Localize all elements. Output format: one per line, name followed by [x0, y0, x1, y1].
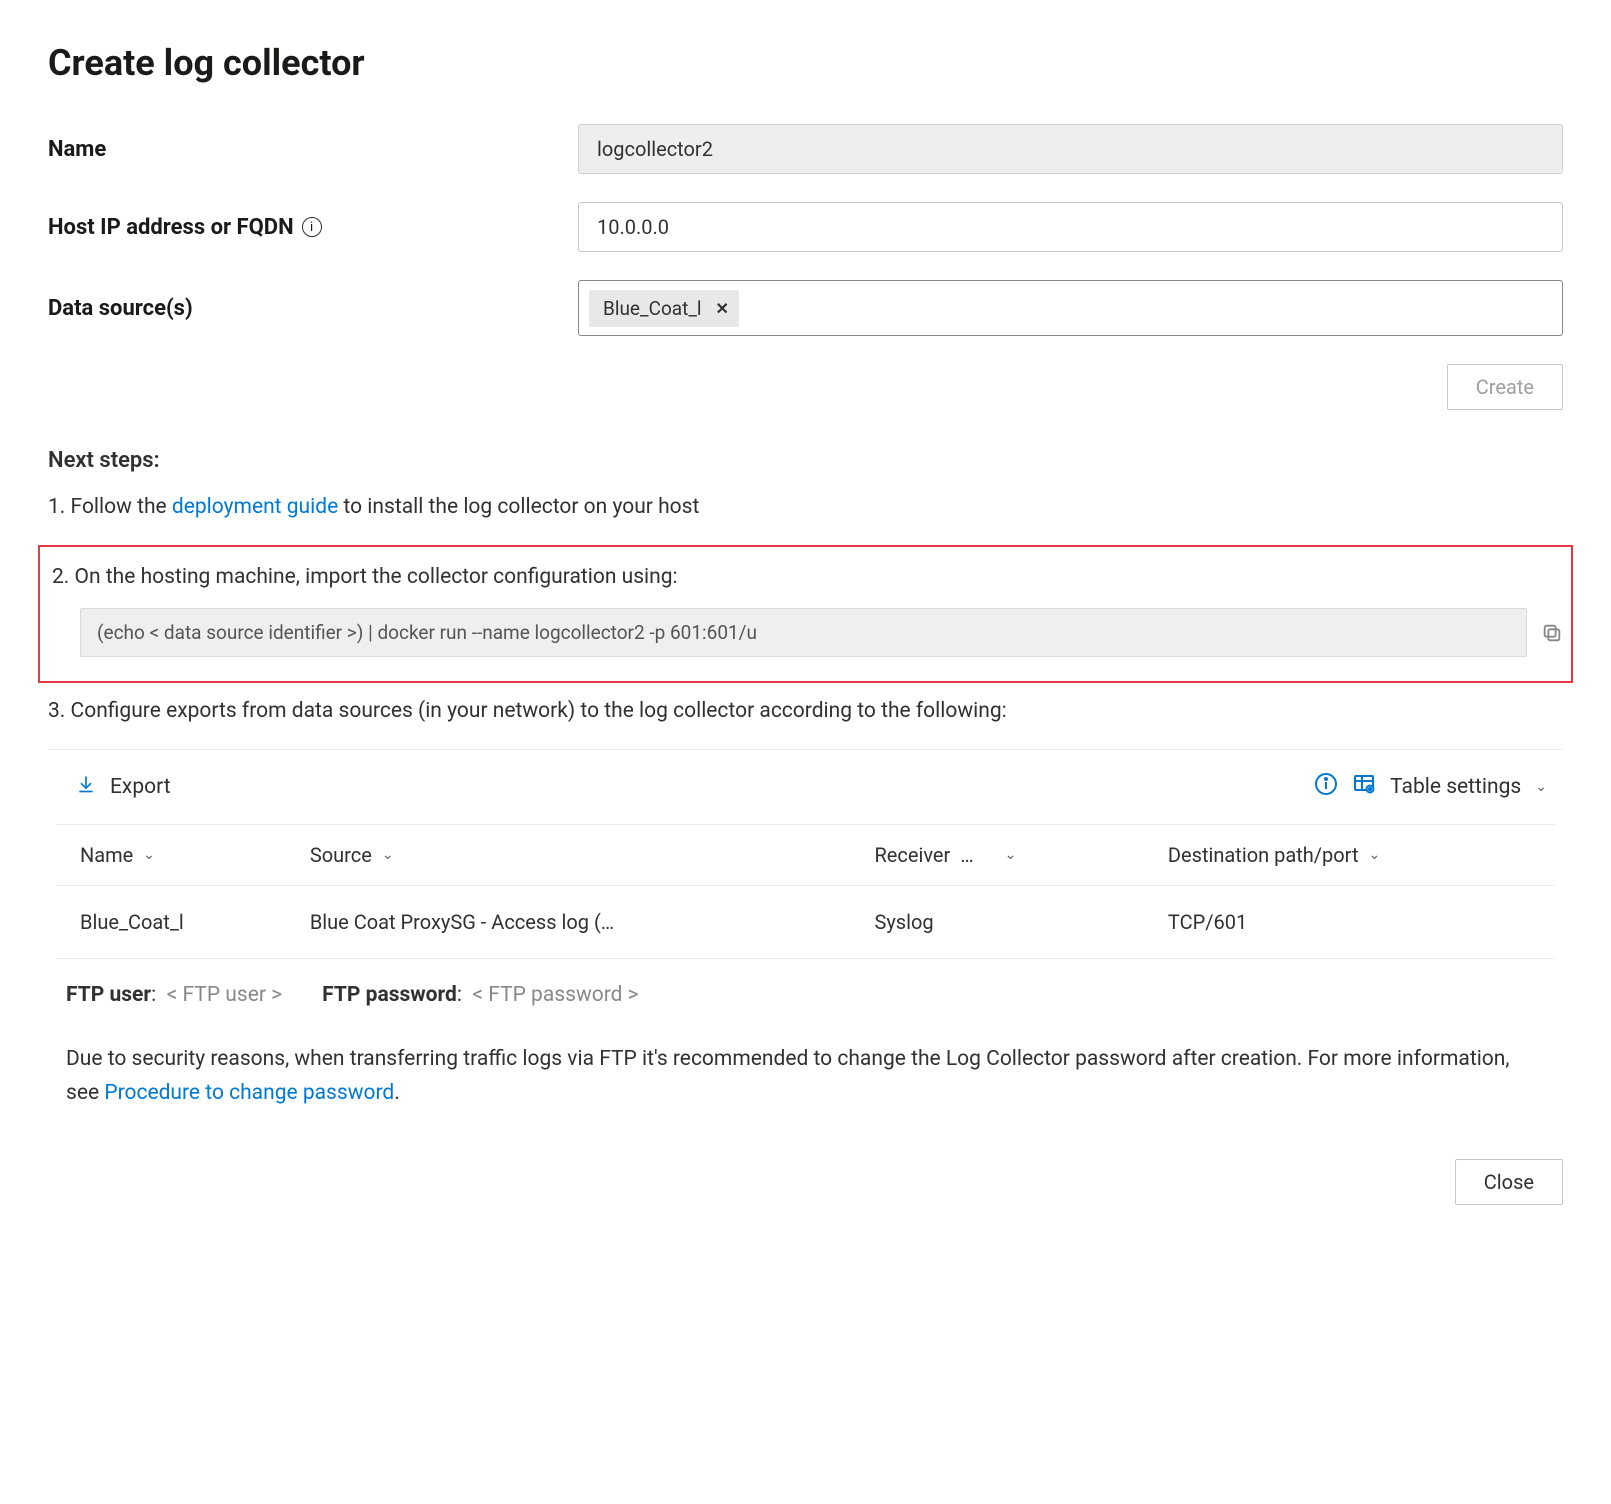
host-label: Host IP address or FQDN i	[48, 215, 578, 240]
col-source[interactable]: Source⌄	[286, 824, 851, 885]
datasource-table: Name⌄ Source⌄ Receiver … ⌄ Destination p…	[56, 824, 1555, 959]
table-settings-label: Table settings	[1390, 775, 1521, 799]
info-icon[interactable]	[1314, 772, 1338, 801]
cell-name: Blue_Coat_l	[56, 885, 286, 958]
create-button[interactable]: Create	[1447, 364, 1563, 410]
name-label: Name	[48, 137, 578, 162]
security-note: Due to security reasons, when transferri…	[56, 1038, 1555, 1111]
close-button[interactable]: Close	[1455, 1159, 1563, 1205]
info-icon[interactable]: i	[302, 217, 322, 237]
datasource-tag-label: Blue_Coat_l	[603, 297, 702, 320]
col-receiver[interactable]: Receiver … ⌄	[850, 824, 1143, 885]
datasource-tag: Blue_Coat_l ✕	[589, 290, 739, 327]
deployment-guide-link[interactable]: deployment guide	[172, 495, 338, 519]
step-2-highlight: 2. On the hosting machine, import the co…	[38, 545, 1573, 684]
step1-prefix: 1. Follow the	[48, 495, 172, 519]
col-dest[interactable]: Destination path/port⌄	[1144, 824, 1555, 885]
table-settings-button[interactable]: Table settings ⌄	[1352, 772, 1547, 802]
step-2: 2. On the hosting machine, import the co…	[52, 561, 1563, 595]
ftp-user: FTP user: < FTP user >	[66, 983, 282, 1007]
datasources-label: Data source(s)	[48, 296, 578, 321]
cell-dest: TCP/601	[1144, 885, 1555, 958]
procedure-link[interactable]: Procedure to change password	[104, 1081, 394, 1105]
host-input[interactable]	[578, 202, 1563, 252]
chevron-down-icon: ⌄	[1005, 847, 1017, 863]
step-1: 1. Follow the deployment guide to instal…	[48, 491, 1563, 525]
host-label-text: Host IP address or FQDN	[48, 215, 294, 240]
step1-suffix: to install the log collector on your hos…	[338, 495, 699, 519]
step-3: 3. Configure exports from data sources (…	[48, 695, 1563, 729]
col-name[interactable]: Name⌄	[56, 824, 286, 885]
table-settings-icon	[1352, 772, 1376, 802]
copy-icon[interactable]	[1541, 622, 1563, 644]
close-icon[interactable]: ✕	[716, 299, 729, 318]
next-steps-heading: Next steps:	[48, 448, 1563, 473]
command-code[interactable]: (echo < data source identifier >) | dock…	[80, 608, 1527, 657]
export-label: Export	[110, 775, 171, 799]
table-row[interactable]: Blue_Coat_l Blue Coat ProxySG - Access l…	[56, 885, 1555, 958]
chevron-down-icon: ⌄	[1535, 779, 1547, 795]
chevron-down-icon: ⌄	[382, 847, 394, 863]
chevron-down-icon: ⌄	[143, 847, 155, 863]
download-icon	[76, 774, 96, 800]
name-input[interactable]	[578, 124, 1563, 174]
page-title: Create log collector	[48, 42, 1563, 84]
export-button[interactable]: Export	[76, 774, 171, 800]
cell-receiver: Syslog	[850, 885, 1143, 958]
chevron-down-icon: ⌄	[1369, 847, 1381, 863]
cell-source: Blue Coat ProxySG - Access log (…	[286, 885, 851, 958]
ftp-password: FTP password: < FTP password >	[322, 983, 639, 1007]
datasources-input[interactable]: Blue_Coat_l ✕	[578, 280, 1563, 336]
